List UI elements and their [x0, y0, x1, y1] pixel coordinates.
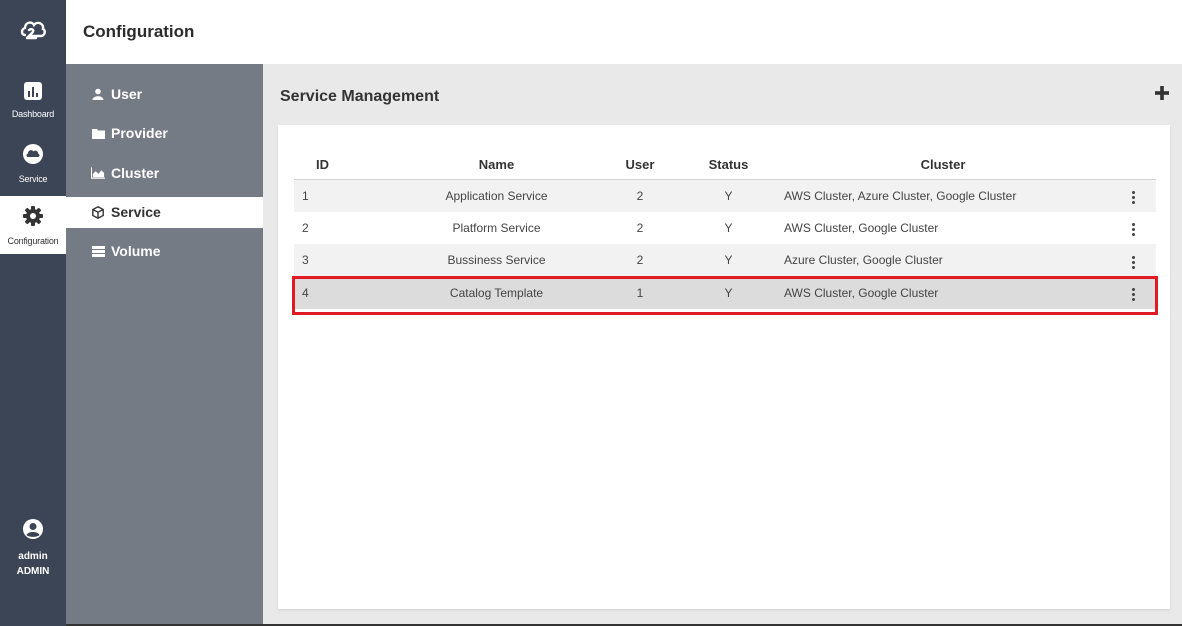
- cell-user: 2: [599, 179, 681, 212]
- table-row[interactable]: 1 Application Service 2 Y AWS Cluster, A…: [294, 179, 1156, 212]
- cube-icon: [91, 205, 105, 219]
- column-header-id[interactable]: ID: [294, 150, 394, 180]
- cell-actions: [1110, 179, 1156, 212]
- rail-item-configuration[interactable]: Configuration: [0, 196, 66, 254]
- user-icon: [91, 87, 105, 101]
- app-rail: Dashboard Service Configuration admin AD…: [0, 0, 66, 626]
- cell-actions: [1110, 244, 1156, 277]
- cell-name: Platform Service: [394, 211, 599, 244]
- cell-cluster: AWS Cluster, Google Cluster: [776, 211, 1110, 244]
- cell-status: Y: [681, 179, 776, 212]
- cell-name: Application Service: [394, 179, 599, 212]
- table-row[interactable]: 3 Bussiness Service 2 Y Azure Cluster, G…: [294, 244, 1156, 277]
- more-options-icon[interactable]: [1128, 219, 1139, 240]
- cell-user: 1: [599, 276, 681, 309]
- more-options-icon[interactable]: [1128, 187, 1139, 208]
- folder-icon: [91, 126, 105, 140]
- rail-item-label: Service: [18, 174, 48, 184]
- cell-id: 1: [294, 179, 394, 212]
- rail-item-label: Configuration: [7, 236, 59, 246]
- rail-item-dashboard[interactable]: Dashboard: [0, 82, 66, 119]
- server-icon: [91, 244, 105, 258]
- cloud-logo-icon: [20, 17, 46, 48]
- user-role: ADMIN: [16, 566, 50, 577]
- cell-name: Catalog Template: [394, 276, 599, 309]
- rail-item-service[interactable]: Service: [0, 143, 66, 184]
- app-logo[interactable]: [0, 0, 66, 64]
- table-header-row: ID Name User Status Cluster: [294, 150, 1156, 180]
- cell-actions: [1110, 211, 1156, 244]
- config-subnav: User Provider Cluster Service Volume: [66, 64, 263, 626]
- cell-user: 2: [599, 244, 681, 277]
- cell-id: 3: [294, 244, 394, 277]
- cell-status: Y: [681, 244, 776, 277]
- rail-item-label: Dashboard: [11, 109, 55, 119]
- subnav-item-label: Service: [111, 204, 161, 220]
- subnav-item-volume[interactable]: Volume: [66, 232, 263, 272]
- cell-id: 4: [294, 276, 394, 309]
- more-options-icon[interactable]: [1128, 252, 1139, 273]
- user-name: admin: [18, 551, 48, 562]
- service-table-card: ID Name User Status Cluster 1 Applicatio…: [278, 125, 1170, 609]
- cell-cluster: Azure Cluster, Google Cluster: [776, 244, 1110, 277]
- area-chart-icon: [91, 166, 105, 180]
- section-title: Service Management: [280, 88, 440, 105]
- subnav-item-user[interactable]: User: [66, 74, 263, 114]
- subnav-item-label: Cluster: [111, 164, 160, 181]
- table-row-selected[interactable]: 4 Catalog Template 1 Y AWS Cluster, Goog…: [294, 276, 1156, 309]
- service-table: ID Name User Status Cluster 1 Applicatio…: [294, 150, 1156, 309]
- user-avatar-icon: [22, 518, 44, 545]
- subnav-item-label: User: [111, 85, 143, 102]
- cell-actions: [1110, 276, 1156, 309]
- cell-id: 2: [294, 211, 394, 244]
- cell-status: Y: [681, 211, 776, 244]
- cell-cluster: AWS Cluster, Google Cluster: [776, 276, 1110, 309]
- gear-icon: [22, 205, 44, 232]
- page-header: Configuration: [66, 0, 1182, 64]
- cell-name: Bussiness Service: [394, 244, 599, 277]
- subnav-item-cluster[interactable]: Cluster: [66, 153, 263, 193]
- add-service-button[interactable]: [1155, 86, 1171, 102]
- cell-user: 2: [599, 211, 681, 244]
- column-header-name[interactable]: Name: [394, 150, 599, 180]
- subnav-item-label: Volume: [111, 243, 161, 260]
- page-title: Configuration: [83, 22, 195, 41]
- cell-cluster: AWS Cluster, Azure Cluster, Google Clust…: [776, 179, 1110, 212]
- column-header-user[interactable]: User: [599, 150, 681, 180]
- user-profile[interactable]: admin ADMIN: [0, 518, 66, 577]
- column-header-cluster[interactable]: Cluster: [776, 150, 1110, 180]
- cell-status: Y: [681, 276, 776, 309]
- subnav-item-provider[interactable]: Provider: [66, 114, 263, 154]
- more-options-icon[interactable]: [1128, 284, 1139, 305]
- cloud-icon: [22, 143, 44, 170]
- subnav-item-service[interactable]: Service: [66, 196, 263, 228]
- main-content: Service Management ID Name User Status C…: [263, 64, 1182, 626]
- subnav-item-label: Provider: [111, 125, 168, 142]
- column-header-status[interactable]: Status: [681, 150, 776, 180]
- table-row[interactable]: 2 Platform Service 2 Y AWS Cluster, Goog…: [294, 211, 1156, 244]
- column-header-actions: [1110, 150, 1156, 180]
- plus-icon: [1155, 86, 1169, 100]
- bar-chart-icon: [24, 82, 42, 105]
